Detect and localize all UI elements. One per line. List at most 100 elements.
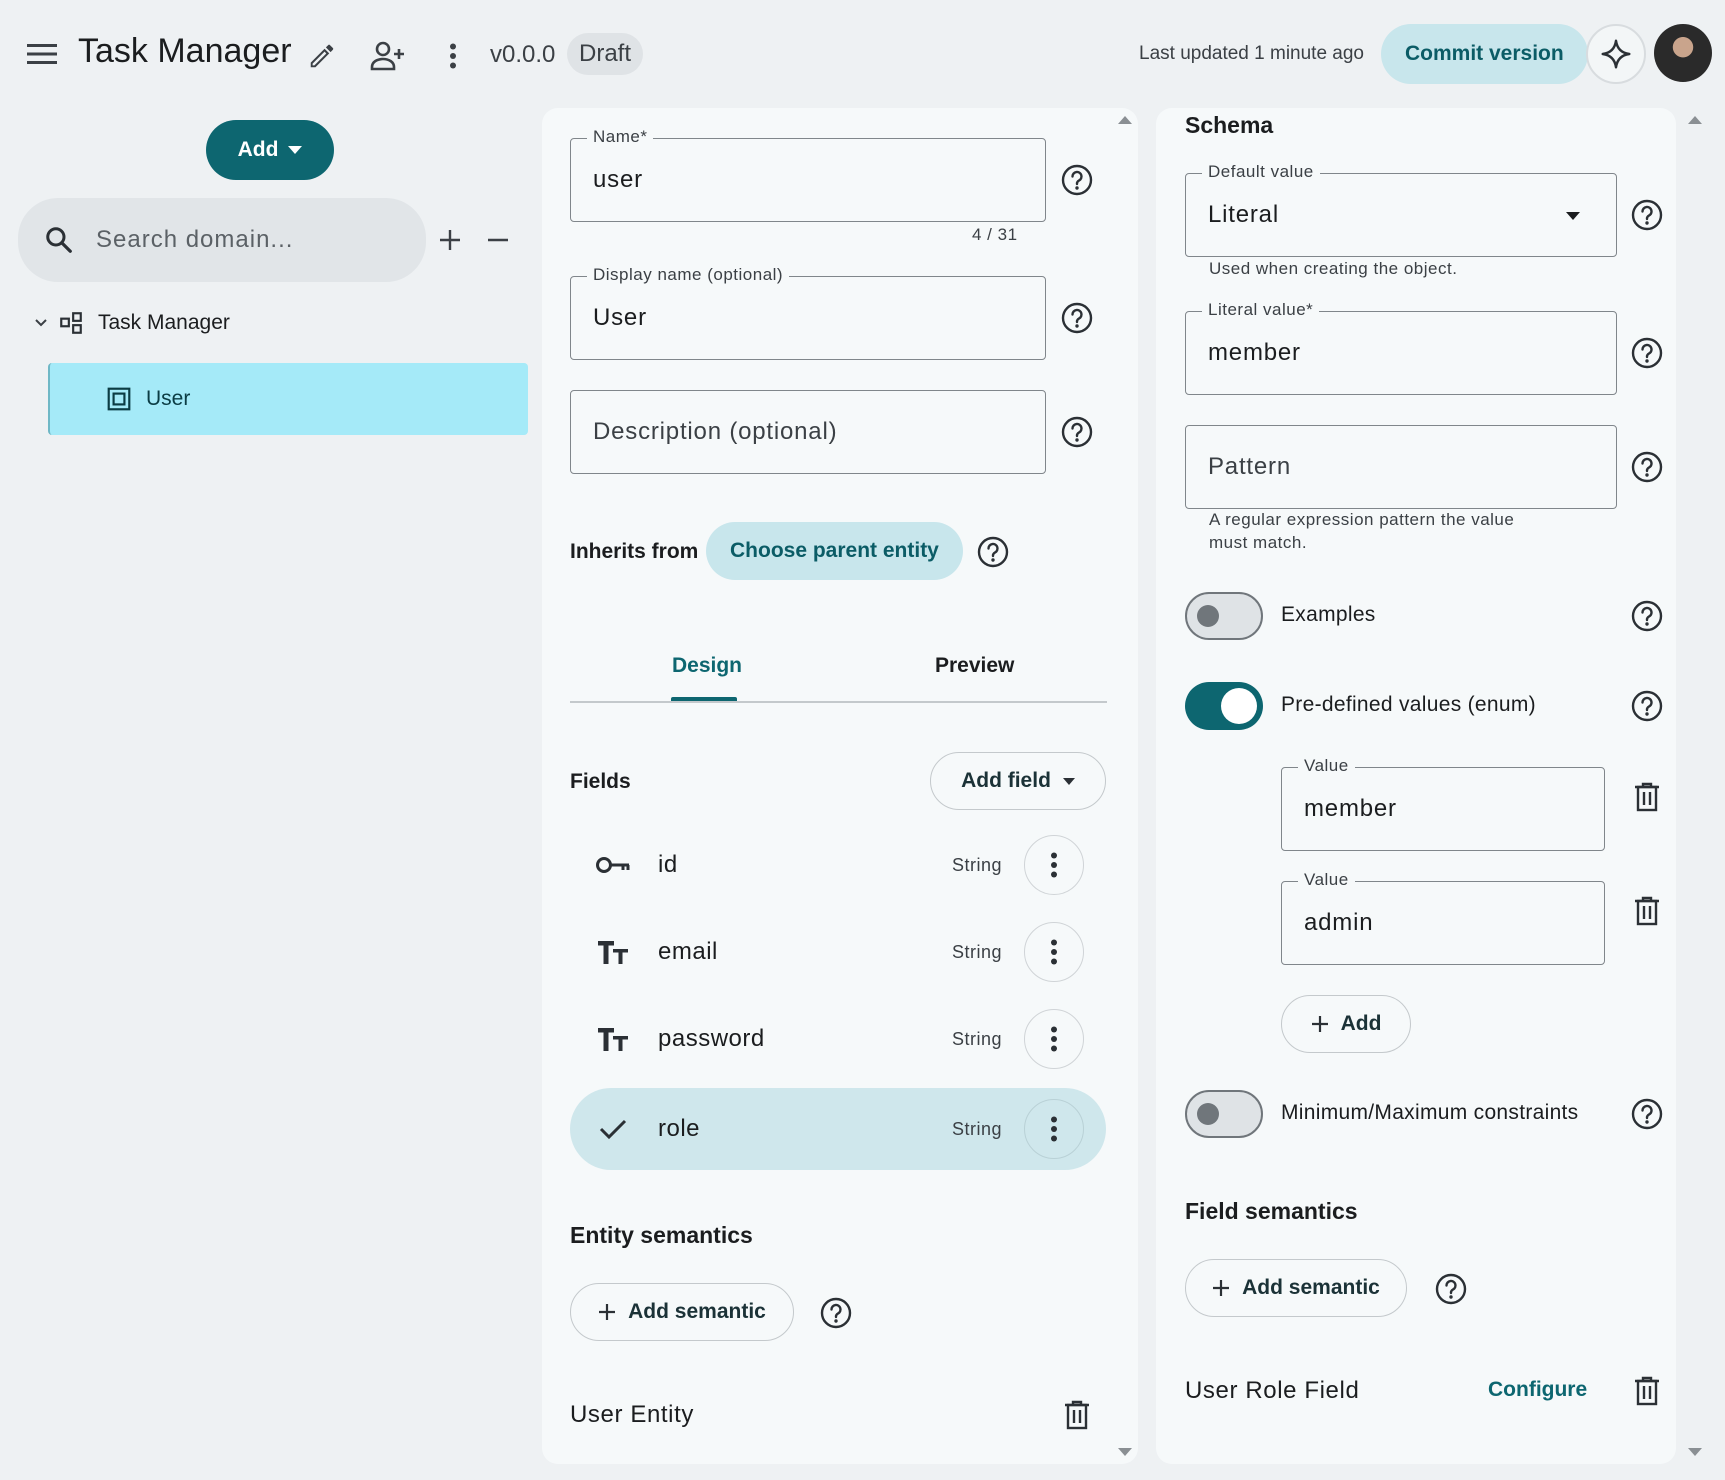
- field-row-email[interactable]: email String: [570, 914, 1106, 990]
- delete-icon[interactable]: [1062, 1398, 1092, 1432]
- field-menu-button[interactable]: [1024, 835, 1084, 895]
- minmax-toggle[interactable]: [1185, 1090, 1263, 1138]
- help-icon[interactable]: [1435, 1273, 1467, 1305]
- field-name: password: [658, 1025, 765, 1052]
- entity-icon: [107, 387, 131, 411]
- search-input[interactable]: [96, 226, 396, 254]
- description-field[interactable]: Description (optional): [570, 390, 1046, 474]
- enum-value-label: Value: [1298, 756, 1355, 776]
- default-value-select[interactable]: Default value Literal: [1185, 162, 1617, 257]
- enum-toggle[interactable]: [1185, 682, 1263, 730]
- help-icon[interactable]: [1061, 302, 1093, 334]
- help-icon[interactable]: [1631, 600, 1663, 632]
- name-char-counter: 4 / 31: [972, 225, 1018, 244]
- enum-value-field[interactable]: Value admin: [1281, 870, 1605, 965]
- help-icon[interactable]: [1061, 164, 1093, 196]
- edit-title-icon[interactable]: [302, 36, 342, 76]
- dropdown-arrow-icon: [1566, 212, 1580, 220]
- menu-icon[interactable]: [22, 36, 62, 72]
- literal-value-field[interactable]: Literal value* member: [1185, 300, 1617, 395]
- field-row-role[interactable]: role String: [570, 1088, 1106, 1170]
- tree-root-task-manager[interactable]: Task Manager: [34, 308, 230, 338]
- field-row-id[interactable]: id String: [570, 827, 1106, 903]
- help-icon[interactable]: [977, 536, 1009, 568]
- status-badge: Draft: [567, 33, 644, 75]
- collapse-all-button[interactable]: [484, 224, 512, 256]
- pattern-field[interactable]: Pattern: [1185, 425, 1617, 509]
- schema-title: Schema: [1185, 112, 1274, 138]
- app-title: Task Manager: [78, 32, 292, 70]
- minus-icon: [488, 238, 508, 242]
- add-entity-semantic-button[interactable]: Add semantic: [570, 1283, 794, 1341]
- more-vert-icon[interactable]: [440, 36, 466, 76]
- plus-icon: [440, 230, 460, 250]
- expand-all-button[interactable]: [436, 224, 464, 256]
- ai-assistant-button[interactable]: [1586, 24, 1646, 84]
- help-icon[interactable]: [1631, 451, 1663, 483]
- dropdown-arrow-icon: [288, 146, 303, 154]
- chevron-down-icon: [35, 319, 47, 327]
- pattern-hint: A regular expression pattern the value m…: [1209, 510, 1515, 552]
- tree-item-user[interactable]: User: [48, 363, 528, 435]
- add-person-icon[interactable]: [366, 34, 410, 78]
- add-field-semantic-button[interactable]: Add semantic: [1185, 1259, 1407, 1317]
- plus-icon: [599, 1304, 616, 1320]
- help-icon[interactable]: [1631, 199, 1663, 231]
- more-vert-icon: [1051, 852, 1057, 878]
- domain-icon: [60, 312, 82, 334]
- display-name-field[interactable]: Display name (optional) User: [570, 265, 1046, 360]
- choose-parent-entity-button[interactable]: Choose parent entity: [706, 522, 963, 580]
- literal-value-value: member: [1208, 339, 1301, 366]
- commit-version-button[interactable]: Commit version: [1381, 24, 1588, 84]
- field-menu-button[interactable]: [1024, 1099, 1084, 1159]
- field-name: id: [658, 851, 678, 878]
- field-menu-button[interactable]: [1024, 922, 1084, 982]
- examples-toggle[interactable]: [1185, 592, 1263, 640]
- name-field[interactable]: Name* user: [570, 127, 1046, 222]
- plus-icon: [1311, 1016, 1328, 1032]
- tab-preview[interactable]: Preview: [935, 654, 1014, 678]
- scroll-up-arrow[interactable]: [1118, 116, 1132, 124]
- inherits-from-label: Inherits from: [570, 540, 699, 563]
- field-menu-button[interactable]: [1024, 1009, 1084, 1069]
- search-field[interactable]: [18, 198, 426, 282]
- add-field-button[interactable]: Add field: [930, 752, 1106, 810]
- help-icon[interactable]: [1631, 1098, 1663, 1130]
- delete-icon[interactable]: [1632, 894, 1662, 928]
- field-semantics-title: Field semantics: [1185, 1198, 1358, 1224]
- avatar[interactable]: [1654, 24, 1712, 82]
- plus-icon: [1213, 1280, 1230, 1296]
- field-name: email: [658, 938, 718, 965]
- search-icon: [46, 227, 72, 253]
- default-value-selected: Literal: [1208, 201, 1279, 228]
- scroll-up-arrow[interactable]: [1688, 116, 1702, 124]
- add-enum-value-button[interactable]: Add: [1281, 995, 1411, 1053]
- more-vert-icon: [1051, 939, 1057, 965]
- field-row-password[interactable]: password String: [570, 1001, 1106, 1077]
- delete-icon[interactable]: [1632, 1374, 1662, 1408]
- delete-icon[interactable]: [1632, 780, 1662, 814]
- scroll-down-arrow[interactable]: [1688, 1448, 1702, 1456]
- tab-design[interactable]: Design: [672, 654, 742, 678]
- display-name-label: Display name (optional): [587, 265, 790, 285]
- check-icon: [592, 1118, 634, 1140]
- field-type: String: [951, 1118, 1002, 1139]
- enum-value-field[interactable]: Value member: [1281, 756, 1605, 851]
- text-type-icon: [592, 938, 634, 966]
- tree-root-label: Task Manager: [98, 311, 230, 334]
- configure-link[interactable]: Configure: [1488, 1378, 1587, 1402]
- text-type-icon: [592, 1025, 634, 1053]
- name-field-label: Name*: [587, 127, 654, 147]
- literal-value-label: Literal value*: [1202, 300, 1320, 320]
- enum-value-value: admin: [1304, 909, 1374, 936]
- tabs-divider: [570, 701, 1107, 703]
- help-icon[interactable]: [1061, 416, 1093, 448]
- field-type: String: [951, 854, 1002, 875]
- help-icon[interactable]: [820, 1297, 852, 1329]
- help-icon[interactable]: [1631, 690, 1663, 722]
- enum-value-value: member: [1304, 795, 1397, 822]
- scroll-down-arrow[interactable]: [1118, 1448, 1132, 1456]
- help-icon[interactable]: [1631, 337, 1663, 369]
- add-semantic-label: Add semantic: [1242, 1276, 1380, 1299]
- add-button[interactable]: Add: [206, 120, 334, 180]
